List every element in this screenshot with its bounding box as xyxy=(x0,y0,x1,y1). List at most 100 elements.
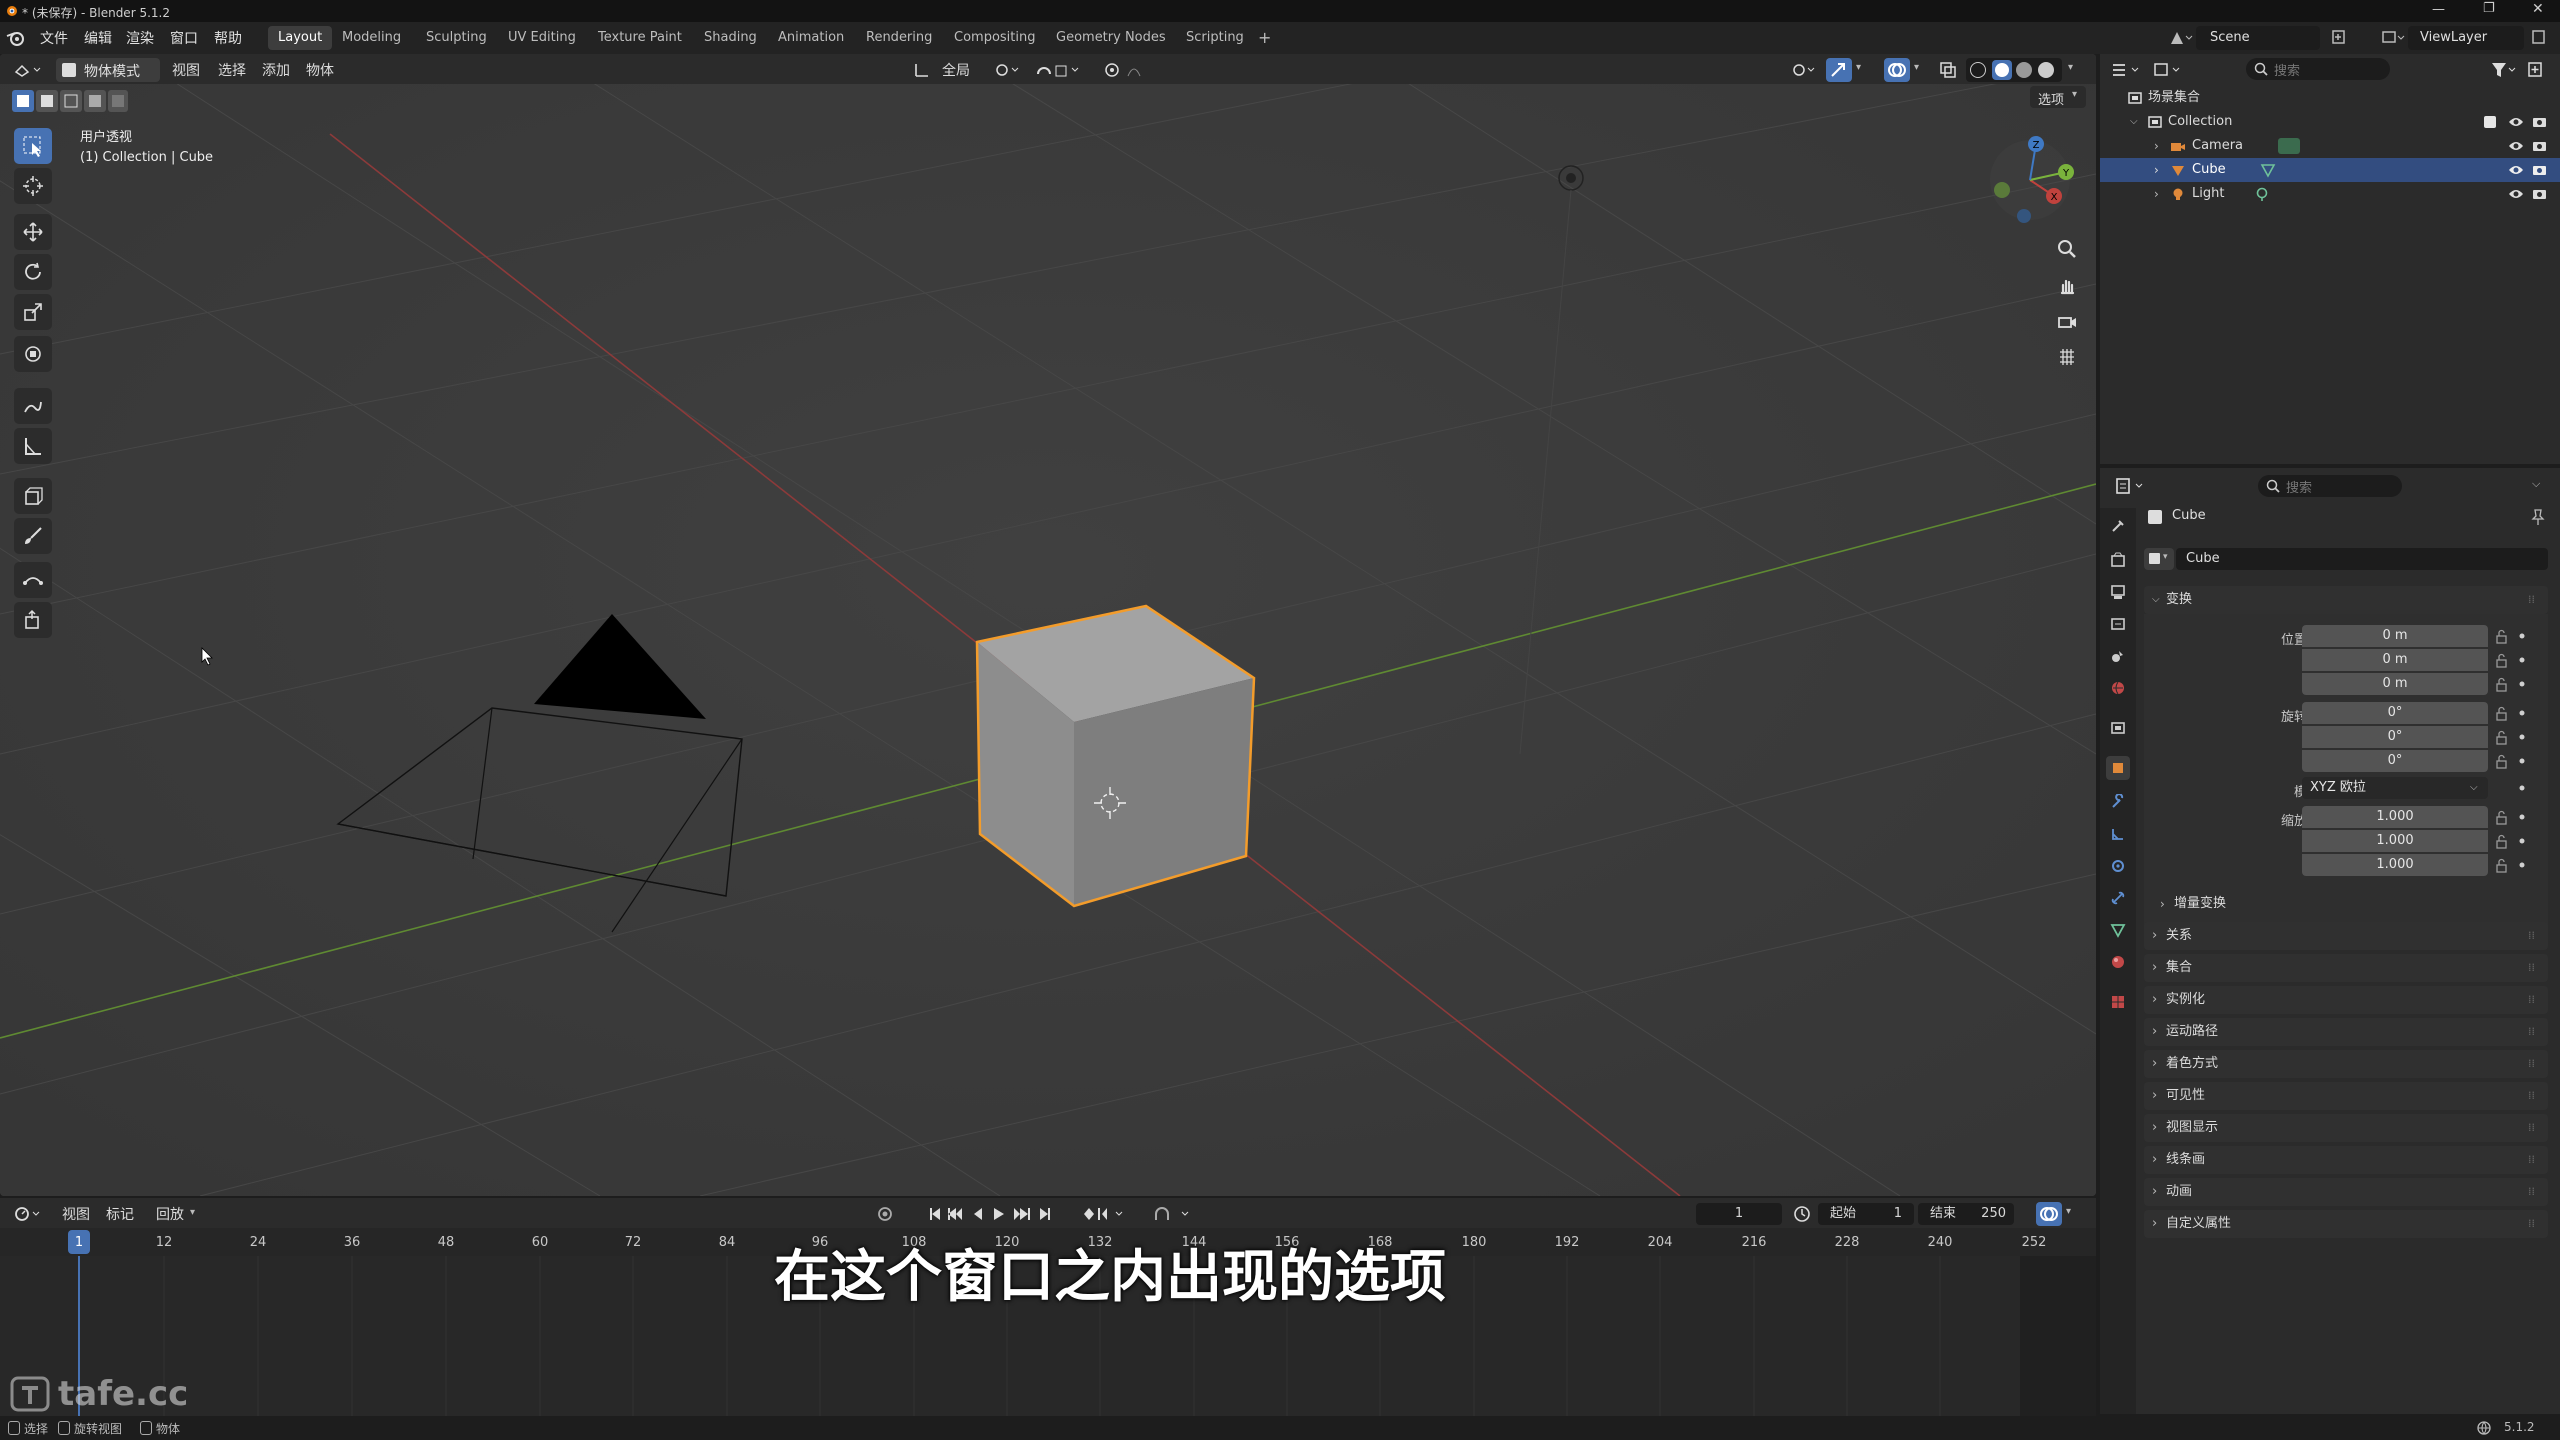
drag-handle-icon[interactable]: ⁞⁞ xyxy=(2528,986,2535,1014)
scale-x-field[interactable]: 1.000 xyxy=(2302,806,2488,828)
world-tab-icon[interactable] xyxy=(2106,676,2130,700)
render-camera-icon[interactable] xyxy=(2532,187,2548,201)
expand-arrow-icon[interactable]: › xyxy=(2154,134,2159,158)
scene-field[interactable]: Scene xyxy=(2196,26,2320,50)
overlays-toggle-icon[interactable] xyxy=(1884,58,1910,82)
render-tab-icon[interactable] xyxy=(2106,548,2130,572)
drag-handle-icon[interactable]: ⁞⁞ xyxy=(2528,1178,2535,1206)
end-frame-field[interactable]: 结束 250 xyxy=(1918,1203,2014,1225)
tab-layout[interactable]: Layout xyxy=(268,26,333,50)
transform-tool-icon[interactable] xyxy=(14,336,52,372)
object-name-field[interactable]: Cube xyxy=(2176,548,2548,570)
start-frame-field[interactable]: 起始 1 xyxy=(1818,1203,1914,1225)
brush-tool-icon[interactable] xyxy=(14,518,52,554)
tab-uv-editing[interactable]: UV Editing xyxy=(498,26,586,50)
xray-toggle-icon[interactable] xyxy=(1938,60,1958,80)
scale-z-field[interactable]: 1.000 xyxy=(2302,854,2488,876)
expand-arrow-icon[interactable]: › xyxy=(2154,158,2159,182)
wireframe-shading-icon[interactable] xyxy=(1970,62,1986,78)
timeline-menu-view[interactable]: 视图 xyxy=(62,1204,90,1224)
tab-texture-paint[interactable]: Texture Paint xyxy=(588,26,692,50)
new-collection-icon[interactable] xyxy=(2526,60,2548,80)
collection-checkbox[interactable] xyxy=(2484,116,2496,128)
drag-handle-icon[interactable]: ⁞⁞ xyxy=(2528,1082,2535,1110)
timeline-editor-type-icon[interactable] xyxy=(14,1204,44,1224)
timeline-menu-playback[interactable]: 回放 xyxy=(156,1204,184,1224)
panel-motion-paths[interactable]: › 运动路径 ⁞⁞ xyxy=(2144,1018,2548,1046)
drag-handle-icon[interactable]: ⁞⁞ xyxy=(2528,1114,2535,1142)
proportional-editing-icon[interactable] xyxy=(1102,60,1154,80)
outliner-object-row[interactable]: › Light xyxy=(2100,182,2560,206)
cursor-tool-icon[interactable] xyxy=(14,168,52,204)
rotation-x-field[interactable]: 0° xyxy=(2302,702,2488,724)
gizmo-dropdown-icon[interactable]: ▾ xyxy=(1856,62,1861,73)
select-box-tool-icon[interactable] xyxy=(14,128,52,164)
scale-y-field[interactable]: 1.000 xyxy=(2302,830,2488,852)
current-frame-field[interactable]: 1 xyxy=(1696,1203,1782,1225)
auto-keying-icon[interactable] xyxy=(876,1204,912,1224)
location-x-field[interactable]: 0 m xyxy=(2302,625,2488,647)
pan-view-icon[interactable] xyxy=(2052,270,2082,300)
overlays-dropdown-icon[interactable]: ▾ xyxy=(1914,62,1919,73)
timeline-overlays-icon[interactable] xyxy=(2036,1202,2062,1226)
drag-handle-icon[interactable]: ⁞⁞ xyxy=(2528,922,2535,950)
camera-view-icon[interactable] xyxy=(2052,306,2082,336)
tab-shading[interactable]: Shading xyxy=(694,26,767,50)
solid-shading-icon[interactable] xyxy=(1992,60,2012,80)
object-browse-dropdown[interactable]: ▾ xyxy=(2144,548,2174,570)
transform-orientation-label[interactable]: 全局 xyxy=(942,60,970,80)
drag-handle-icon[interactable]: ⁞⁞ xyxy=(2528,954,2535,982)
menu-window[interactable]: 窗口 xyxy=(170,28,198,48)
panel-custom-properties[interactable]: › 自定义属性 ⁞⁞ xyxy=(2144,1210,2548,1238)
close-window-button[interactable]: ✕ xyxy=(2532,1,2544,17)
playback-controls[interactable] xyxy=(928,1204,1068,1224)
editor-type-icon[interactable] xyxy=(12,60,46,80)
menu-view[interactable]: 视图 xyxy=(172,60,200,80)
tab-scripting[interactable]: Scripting xyxy=(1176,26,1254,50)
new-view-layer-icon[interactable] xyxy=(2530,28,2550,48)
drag-handle-icon[interactable]: ⁞⁞ xyxy=(2528,586,2535,614)
rendered-shading-icon[interactable] xyxy=(2038,62,2054,78)
view-layer-field[interactable]: ViewLayer xyxy=(2408,26,2524,50)
output-tab-icon[interactable] xyxy=(2106,580,2130,604)
scale-tool-icon[interactable] xyxy=(14,294,52,330)
tool-tab-icon[interactable] xyxy=(2106,514,2130,538)
cube-object[interactable] xyxy=(975,604,1256,908)
menu-render[interactable]: 渲染 xyxy=(126,28,154,48)
panel-collections[interactable]: › 集合 ⁞⁞ xyxy=(2144,954,2548,982)
mode-dropdown[interactable]: 物体模式 xyxy=(56,58,160,82)
annotate-tool-icon[interactable] xyxy=(14,388,52,424)
add-cube-tool-icon[interactable] xyxy=(14,478,52,514)
physics-tab-icon[interactable] xyxy=(2106,854,2130,878)
pin-icon[interactable] xyxy=(2530,508,2546,526)
pivot-point-icon[interactable] xyxy=(992,60,1022,80)
properties-editor-type-icon[interactable] xyxy=(2114,476,2148,496)
modifier-tab-icon[interactable] xyxy=(2106,790,2130,814)
object-tab-icon[interactable] xyxy=(2106,756,2130,780)
minimize-button[interactable]: — xyxy=(2432,2,2445,17)
timeline-menu-marker[interactable]: 标记 xyxy=(106,1204,134,1224)
drag-handle-icon[interactable]: ⁞⁞ xyxy=(2528,1018,2535,1046)
new-scene-icon[interactable] xyxy=(2330,28,2354,48)
timeline-overlays-dropdown-icon[interactable]: ▾ xyxy=(2066,1206,2071,1217)
menu-object[interactable]: 物体 xyxy=(306,60,334,80)
rotate-tool-icon[interactable] xyxy=(14,254,52,290)
tab-animation[interactable]: Animation xyxy=(768,26,854,50)
outliner[interactable]: 搜索 场景集合 ⌵ Collection › Camera › Cube › L… xyxy=(2100,54,2560,464)
tab-modeling[interactable]: Modeling xyxy=(332,26,411,50)
light-data-icon[interactable] xyxy=(2254,186,2270,202)
menu-add[interactable]: 添加 xyxy=(262,60,290,80)
gizmo-toggle-icon[interactable] xyxy=(1826,58,1852,82)
tab-sculpting[interactable]: Sculpting xyxy=(416,26,497,50)
render-camera-icon[interactable] xyxy=(2532,139,2548,153)
constraints-tab-icon[interactable] xyxy=(2106,886,2130,910)
drag-handle-icon[interactable]: ⁞⁞ xyxy=(2528,1146,2535,1174)
transform-panel-header[interactable]: ⌵ 变换 ⁞⁞ xyxy=(2144,586,2548,614)
menu-edit[interactable]: 编辑 xyxy=(84,28,112,48)
tab-compositing[interactable]: Compositing xyxy=(944,26,1046,50)
shading-dropdown-icon[interactable]: ▾ xyxy=(2068,62,2073,73)
material-shading-icon[interactable] xyxy=(2016,62,2032,78)
expand-arrow-icon[interactable]: › xyxy=(2154,182,2159,206)
collection-tab-icon[interactable] xyxy=(2106,716,2130,740)
options-dropdown[interactable]: 选项 ▾ xyxy=(2030,86,2086,108)
